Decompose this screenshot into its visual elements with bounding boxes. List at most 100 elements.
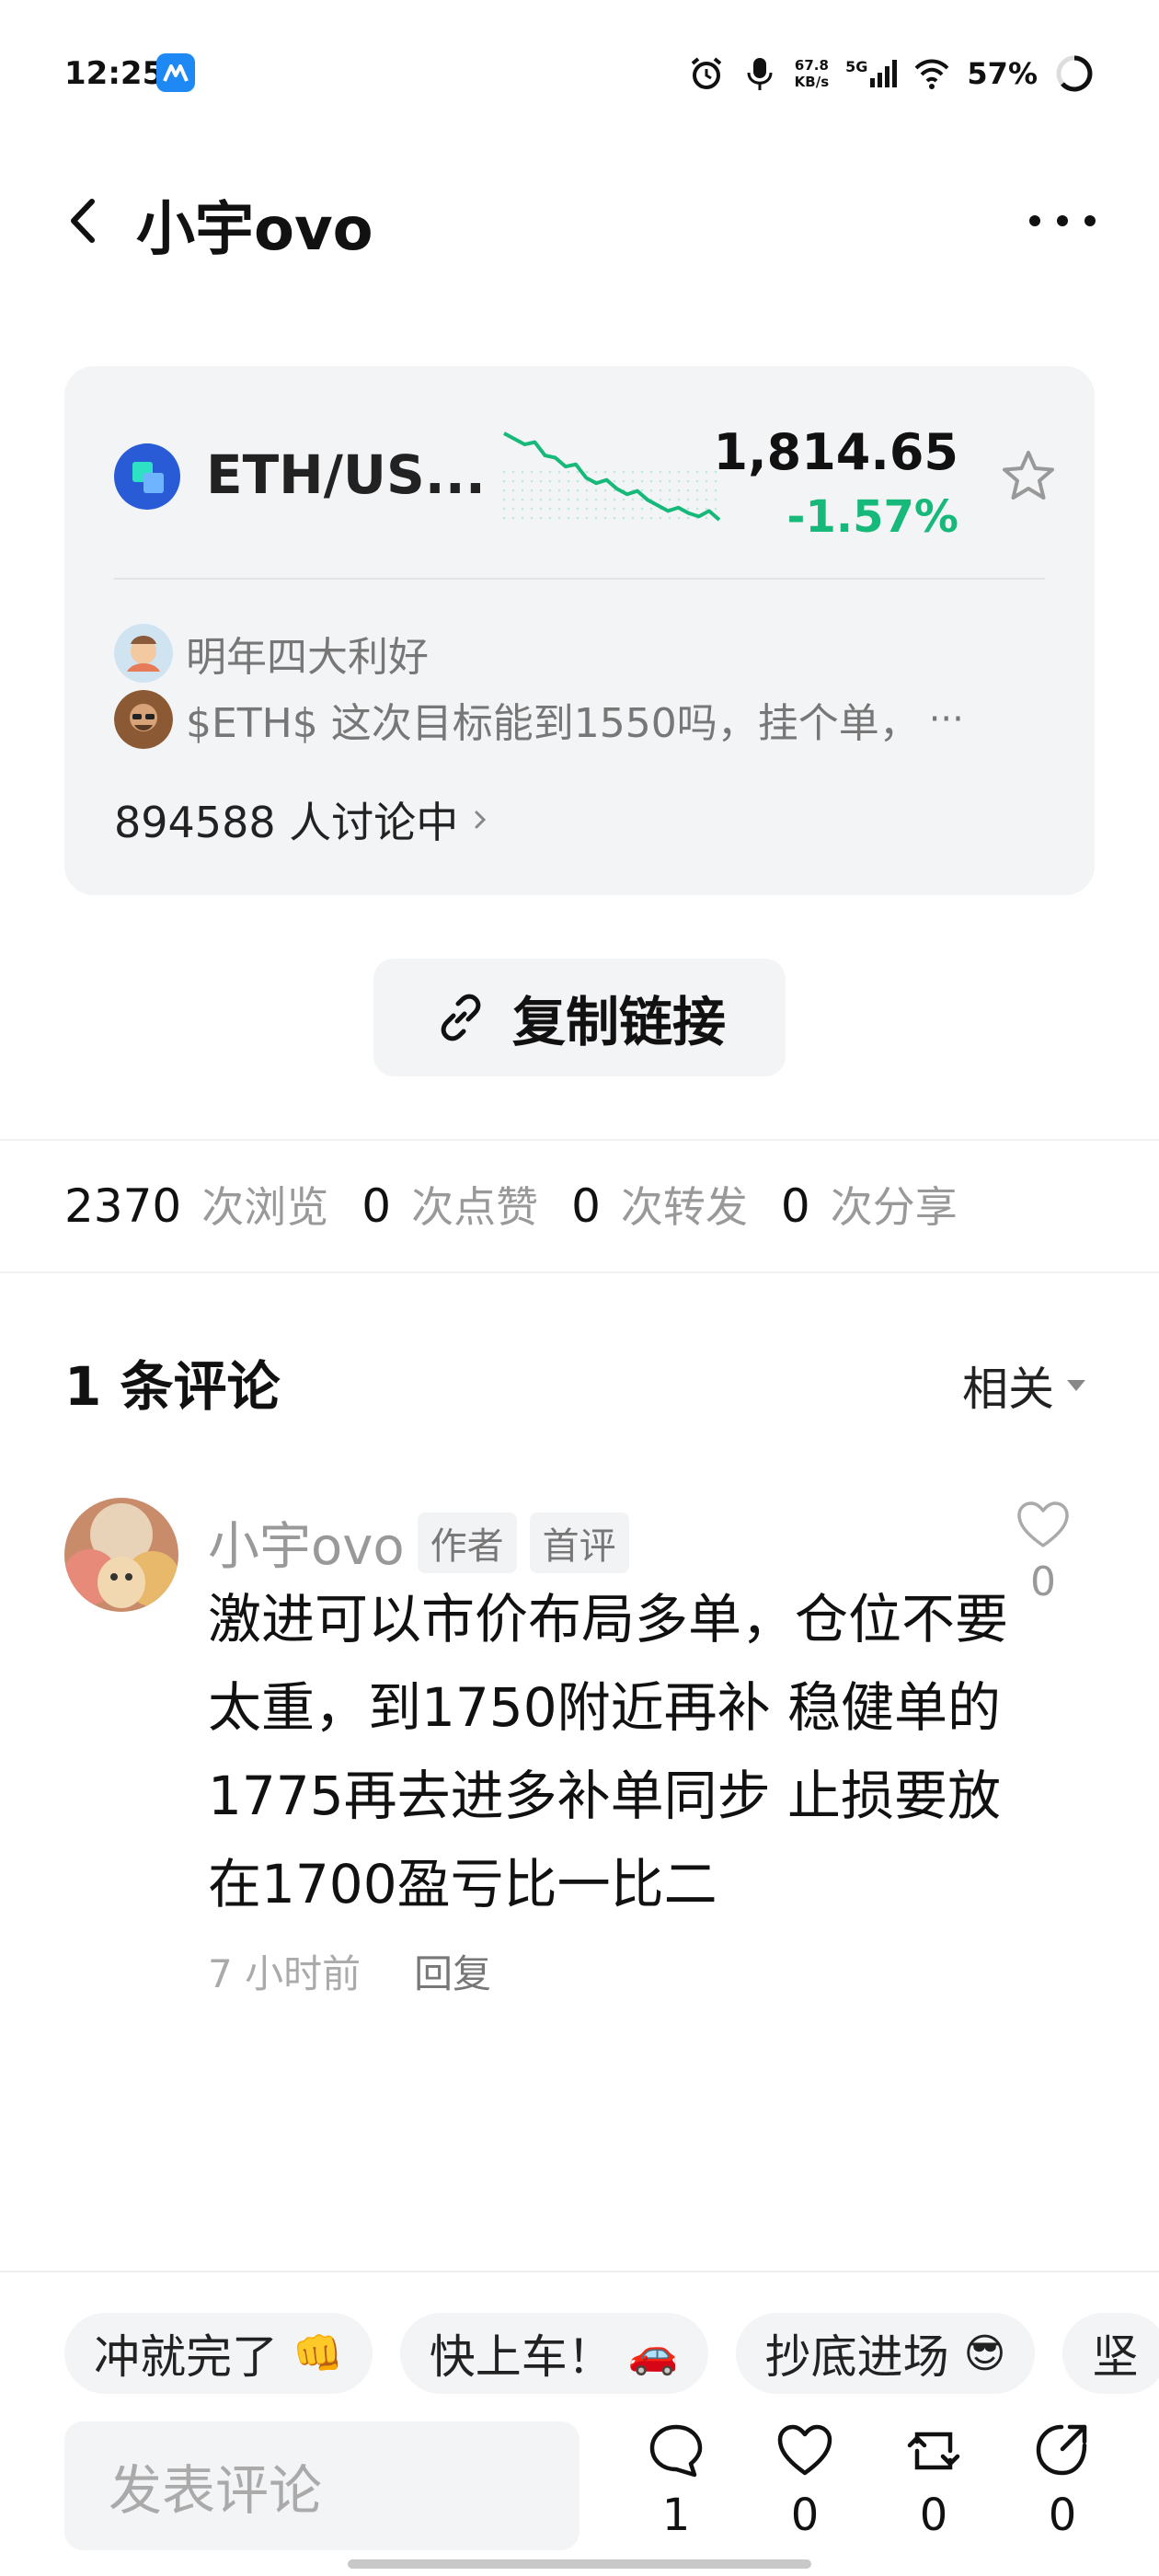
sparkline-dot: [567, 470, 570, 474]
comment-like-button[interactable]: [1016, 1498, 1071, 1553]
sparkline-dot: [557, 479, 561, 483]
sparkline-dot: [677, 489, 681, 492]
ellipsis: ···: [928, 698, 964, 741]
sparkline-dot: [631, 479, 635, 483]
sparkline-dot: [511, 516, 515, 520]
sparkline-dot: [585, 498, 589, 501]
likes-count: 0: [790, 2490, 820, 2541]
sparkline-dot: [530, 516, 534, 520]
sparkline-dot: [530, 470, 534, 474]
sparkline-dot: [677, 516, 681, 520]
star-icon: [1003, 451, 1054, 500]
header: 小宇ovo: [0, 166, 1159, 276]
sparkline-dot: [548, 479, 552, 483]
quick-reply-chip[interactable]: 快上车！ 🚗: [399, 2313, 708, 2394]
sort-dropdown[interactable]: 相关: [962, 1352, 1085, 1419]
reposts-count: 0: [919, 2490, 948, 2541]
back-button[interactable]: [55, 189, 120, 253]
sparkline-dot: [622, 498, 625, 501]
battery-ring-icon: [1056, 55, 1093, 92]
more-button[interactable]: [1021, 193, 1104, 248]
discussion-count-link[interactable]: 894588 人讨论中: [114, 789, 493, 850]
quick-reply-chip[interactable]: 抄底进场 😎: [735, 2313, 1036, 2394]
discussion-row[interactable]: $ETH$ 这次目标能到1550吗，挂个单， ···: [114, 690, 964, 749]
sparkline-dot: [613, 470, 616, 474]
sparkline-dot: [649, 470, 653, 474]
sparkline-dot: [705, 470, 708, 474]
sparkline-dot: [521, 498, 524, 501]
sparkline-dot: [567, 507, 570, 511]
shares-count: 0: [780, 1179, 810, 1233]
battery-text: 57%: [967, 56, 1038, 91]
sparkline-dot: [649, 516, 653, 520]
sparkline-dot: [613, 516, 616, 520]
sparkline-dot: [521, 507, 524, 511]
quick-reply-chip[interactable]: 冲就完了 👊: [64, 2313, 373, 2394]
comments-action[interactable]: 1: [635, 2421, 717, 2559]
sparkline-dot: [649, 507, 653, 511]
sparkline-dot: [668, 516, 671, 520]
sparkline-dot: [548, 498, 552, 501]
chip-emoji: 🚗: [627, 2330, 679, 2377]
sparkline-dot: [686, 489, 690, 492]
quick-reply-chip[interactable]: 坚: [1062, 2313, 1159, 2394]
sparkline-dot: [511, 489, 515, 492]
sparkline-dot: [686, 470, 690, 474]
sparkline-dot: [613, 507, 616, 511]
price-change: -1.57%: [786, 491, 958, 543]
share-icon: [1036, 2424, 1087, 2476]
comment-author[interactable]: 小宇ovo: [208, 1505, 405, 1580]
comment-avatar[interactable]: [64, 1498, 178, 1612]
sparkline-dot: [585, 516, 589, 520]
sparkline-dot: [668, 479, 671, 483]
author-tag: 作者: [417, 1512, 517, 1573]
sparkline-dot: [640, 507, 644, 511]
copy-link-button[interactable]: 复制链接: [373, 959, 786, 1076]
likes-count: 0: [361, 1179, 392, 1233]
sparkline-dot: [631, 516, 635, 520]
sparkline-dot: [705, 516, 708, 520]
copy-link-label: 复制链接: [511, 991, 726, 1053]
signal-label: 5G: [845, 58, 868, 75]
favorite-button[interactable]: [999, 447, 1058, 506]
ticker-card[interactable]: ETH/US... 1,814.65 -1.57% 明年四大利好 $ETH$ 这…: [64, 366, 1095, 895]
sparkline-dot: [502, 516, 506, 520]
reposts-count: 0: [571, 1179, 601, 1233]
like-action[interactable]: 0: [763, 2421, 846, 2559]
comment-input[interactable]: 发表评论: [64, 2421, 580, 2550]
sparkline-dot: [686, 507, 690, 511]
sparkline-dot: [594, 489, 598, 492]
home-indicator[interactable]: [348, 2559, 811, 2569]
signal-icon: [870, 60, 898, 87]
discussion-row[interactable]: 明年四大利好: [114, 624, 429, 683]
sparkline-dot: [567, 479, 570, 483]
net-speed-value: 67.8: [794, 57, 829, 74]
sparkline-dot: [714, 507, 717, 511]
pair-name: ETH/US...: [206, 443, 486, 506]
sparkline-dot: [659, 516, 662, 520]
sparkline-dot: [640, 498, 644, 501]
wifi-icon: [914, 59, 949, 89]
sparkline-dot: [659, 470, 662, 474]
sparkline-dot: [557, 516, 561, 520]
discussion-text: $ETH$ 这次目标能到1550吗，挂个单，: [186, 700, 920, 747]
sparkline-dot: [668, 489, 671, 492]
share-action[interactable]: 0: [1021, 2421, 1104, 2559]
comment-meta: 7 小时前 回复: [208, 1943, 491, 1999]
sparkline-dot: [539, 489, 543, 492]
sparkline-dot: [714, 498, 717, 501]
status-time: 12:25: [64, 55, 165, 92]
sparkline-dot: [603, 498, 607, 501]
sparkline-dot: [539, 507, 543, 511]
sparkline-dot: [668, 470, 671, 474]
divider: [0, 1139, 1159, 1141]
sparkline-dot: [603, 470, 607, 474]
reply-button[interactable]: 回复: [414, 1943, 491, 1999]
divider: [0, 2271, 1159, 2272]
sparkline-dot: [695, 498, 699, 501]
sparkline-dot: [530, 489, 534, 492]
avatar: [64, 1498, 178, 1612]
repost-action[interactable]: 0: [892, 2421, 975, 2559]
sparkline-dot: [539, 470, 543, 474]
sparkline-dot: [539, 498, 543, 501]
